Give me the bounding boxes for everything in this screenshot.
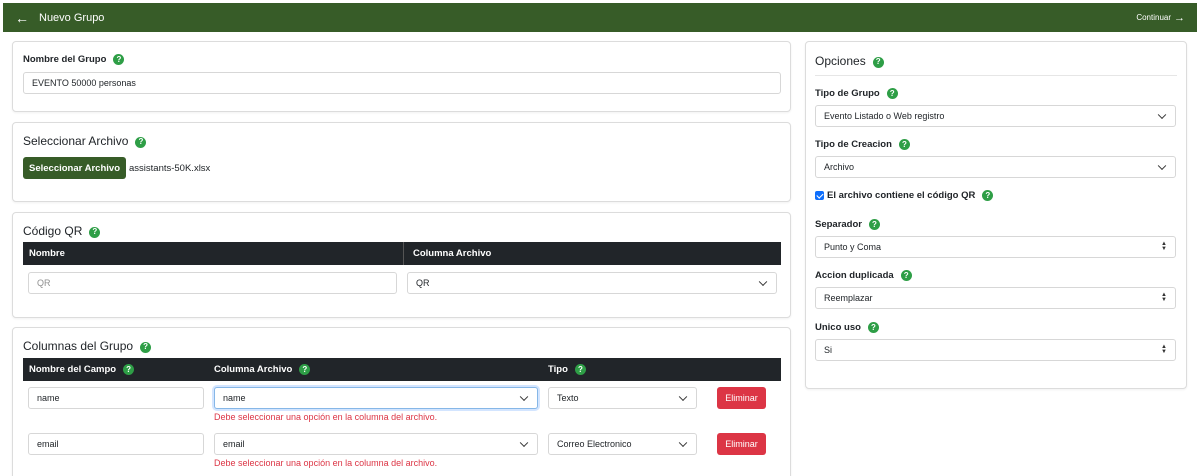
separator-select[interactable]: Punto y Coma ▲ ▼ xyxy=(815,236,1176,258)
column-divider xyxy=(403,242,404,265)
delete-row-button[interactable]: Eliminar xyxy=(717,433,766,455)
selected-file-name: assistants-50K.xlsx xyxy=(129,163,211,174)
group-type-label: Tipo de Grupo xyxy=(815,88,880,100)
chevron-down-icon xyxy=(519,392,529,402)
help-icon[interactable]: ? xyxy=(89,226,101,238)
file-column-error: Debe seleccionar una opción en la column… xyxy=(214,412,438,422)
header-type: Tipo xyxy=(548,364,568,375)
file-column-value: email xyxy=(223,439,245,449)
chevron-down-icon xyxy=(678,392,688,402)
chevron-down-icon xyxy=(678,438,688,448)
help-icon[interactable]: ? xyxy=(982,190,994,201)
qr-card: Código QR? Nombre Columna Archivo QR QR xyxy=(12,212,791,318)
help-icon[interactable]: ? xyxy=(869,219,880,230)
help-icon[interactable]: ? xyxy=(872,56,884,68)
group-columns-title: Columnas del Grupo xyxy=(23,339,134,353)
chevron-down-icon xyxy=(1157,110,1167,120)
group-type-select[interactable]: Evento Listado o Web registro xyxy=(815,105,1176,127)
field-name-input[interactable]: name xyxy=(28,387,204,409)
qr-file-column-select[interactable]: QR xyxy=(407,272,777,294)
chevron-down-icon xyxy=(1157,161,1167,171)
file-select-card: Seleccionar Archivo? Seleccionar Archivo… xyxy=(12,122,791,202)
help-icon[interactable]: ? xyxy=(867,322,879,333)
group-name-label: Nombre del Grupo xyxy=(23,54,107,66)
separator-value: Punto y Coma xyxy=(824,242,882,252)
single-use-select[interactable]: Si ▲ ▼ xyxy=(815,339,1176,361)
help-icon[interactable]: ? xyxy=(135,136,147,148)
qr-col-name: Nombre xyxy=(29,248,65,259)
qr-col-file: Columna Archivo xyxy=(413,248,492,259)
file-column-select[interactable]: email xyxy=(214,433,538,455)
sort-arrows-icon: ▲ ▼ xyxy=(1161,344,1167,355)
qr-file-column-value: QR xyxy=(416,278,430,288)
qr-checkbox[interactable] xyxy=(815,191,824,200)
file-select-title: Seleccionar Archivo xyxy=(23,134,129,148)
qr-checkbox-label: El archivo contiene el código QR xyxy=(827,190,976,202)
chevron-down-icon xyxy=(519,438,529,448)
type-select[interactable]: Correo Electronico xyxy=(548,433,697,455)
options-divider xyxy=(815,75,1177,76)
duplicate-action-value: Reemplazar xyxy=(824,293,873,303)
continue-label: Continuar xyxy=(1136,13,1171,22)
help-icon[interactable]: ? xyxy=(140,341,152,353)
duplicate-action-label: Accion duplicada xyxy=(815,270,894,282)
help-icon[interactable]: ? xyxy=(900,270,912,281)
file-column-select[interactable]: name xyxy=(214,387,538,409)
header-file-column: Columna Archivo xyxy=(214,364,293,375)
creation-type-value: Archivo xyxy=(824,162,855,172)
single-use-label: Unico uso xyxy=(815,322,861,334)
creation-type-select[interactable]: Archivo xyxy=(815,156,1176,178)
group-name-input[interactable]: EVENTO 50000 personas xyxy=(23,72,781,94)
sort-arrows-icon: ▲ ▼ xyxy=(1161,241,1167,252)
separator-label: Separador xyxy=(815,219,862,231)
help-icon[interactable]: ? xyxy=(113,54,125,65)
select-file-button[interactable]: Seleccionar Archivo xyxy=(23,157,126,179)
continue-button[interactable]: Continuar → xyxy=(1136,12,1185,24)
group-columns-card: Columnas del Grupo? Nombre del Campo? Co… xyxy=(12,327,791,476)
creation-type-label: Tipo de Creacion xyxy=(815,139,892,151)
type-value: Texto xyxy=(557,393,579,403)
field-name-input[interactable]: email xyxy=(28,433,204,455)
sort-arrows-icon: ▲ ▼ xyxy=(1161,292,1167,303)
arrow-left-icon[interactable]: ← xyxy=(15,11,29,25)
file-column-error: Debe seleccionar una opción en la column… xyxy=(214,458,438,468)
type-value: Correo Electronico xyxy=(557,439,632,449)
type-select[interactable]: Texto xyxy=(548,387,697,409)
chevron-down-icon xyxy=(758,277,768,287)
help-icon[interactable]: ? xyxy=(299,364,311,375)
file-column-value: name xyxy=(223,393,246,403)
qr-table-header: Nombre Columna Archivo xyxy=(23,242,781,265)
arrow-right-icon: → xyxy=(1174,11,1185,24)
help-icon[interactable]: ? xyxy=(574,364,586,375)
single-use-value: Si xyxy=(824,345,833,355)
qr-name-input[interactable]: QR xyxy=(28,272,397,294)
top-bar: ← Nuevo Grupo Continuar → xyxy=(3,3,1197,32)
help-icon[interactable]: ? xyxy=(123,364,135,375)
group-name-card: Nombre del Grupo? EVENTO 50000 personas xyxy=(12,41,791,112)
header-field-name: Nombre del Campo xyxy=(29,364,117,375)
duplicate-action-select[interactable]: Reemplazar ▲ ▼ xyxy=(815,287,1176,309)
page-title: Nuevo Grupo xyxy=(39,11,105,24)
options-card: Opciones? Tipo de Grupo? Evento Listado … xyxy=(805,41,1187,389)
help-icon[interactable]: ? xyxy=(898,139,910,150)
group-type-value: Evento Listado o Web registro xyxy=(824,111,945,121)
delete-row-button[interactable]: Eliminar xyxy=(717,387,766,409)
qr-title: Código QR xyxy=(23,224,83,238)
help-icon[interactable]: ? xyxy=(886,88,898,99)
options-title: Opciones xyxy=(815,54,866,68)
columns-table-header: Nombre del Campo? Columna Archivo? Tipo? xyxy=(23,358,781,381)
